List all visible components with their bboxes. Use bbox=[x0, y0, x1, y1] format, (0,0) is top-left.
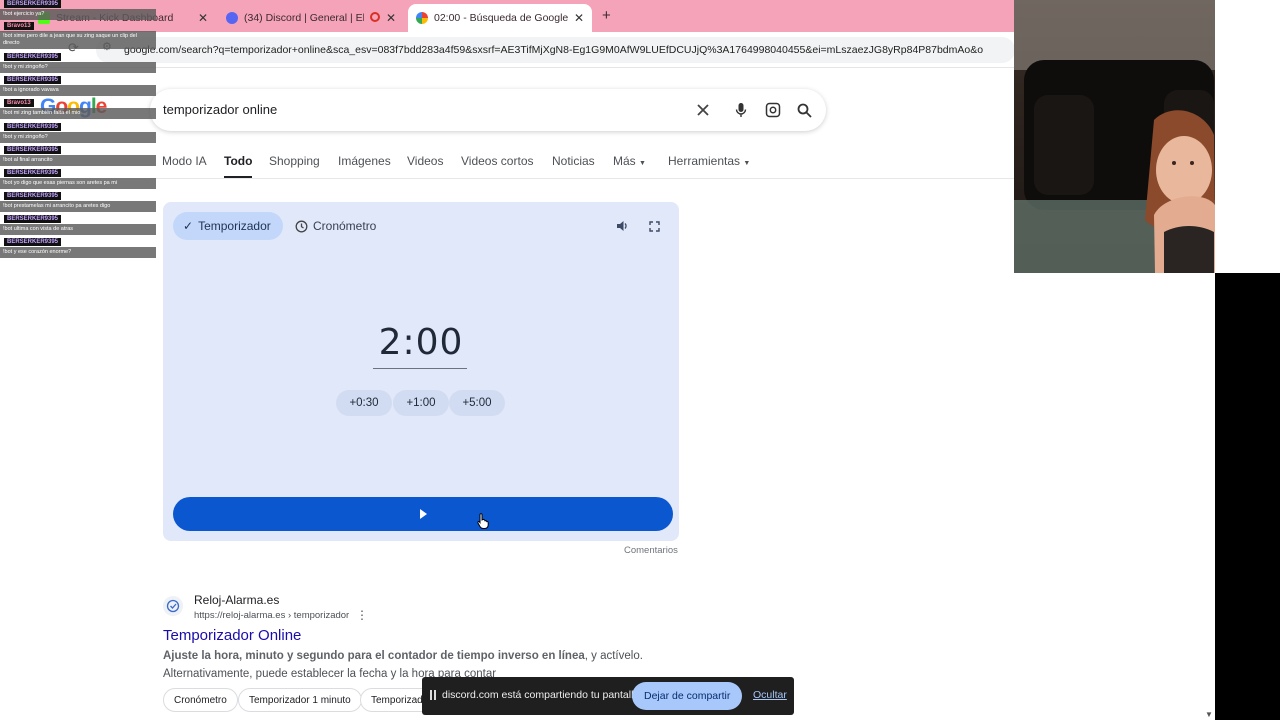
fullscreen-icon[interactable] bbox=[645, 217, 663, 235]
result-title-link[interactable]: Temporizador Online bbox=[163, 627, 301, 644]
pause-icon bbox=[430, 690, 436, 700]
tab-imagenes[interactable]: Imágenes bbox=[338, 154, 391, 168]
close-tab-icon[interactable]: ✕ bbox=[386, 11, 396, 25]
chat-username: BERSERKER9395 bbox=[4, 192, 62, 200]
chat-username: Bravo13 bbox=[4, 22, 34, 30]
timer-mode-button[interactable]: ✓ Temporizador bbox=[173, 212, 283, 240]
play-icon bbox=[419, 509, 427, 519]
result-site-name[interactable]: Reloj-Alarma.es bbox=[194, 593, 279, 607]
volume-icon[interactable] bbox=[613, 217, 631, 235]
stopwatch-mode-label: Cronómetro bbox=[313, 219, 377, 233]
tab-videos[interactable]: Videos bbox=[407, 154, 443, 168]
chat-text: !bot y ese corazón enorme? bbox=[0, 247, 156, 258]
check-icon: ✓ bbox=[183, 219, 194, 233]
scroll-down-icon[interactable]: ▼ bbox=[1205, 710, 1213, 719]
tab-videos-cortos[interactable]: Videos cortos bbox=[461, 154, 534, 168]
webcam-image bbox=[1014, 0, 1215, 273]
tab-shopping[interactable]: Shopping bbox=[269, 154, 320, 168]
chat-username: BERSERKER9395 bbox=[4, 0, 62, 8]
chat-text: !bot ultima con vista de atras bbox=[0, 224, 156, 235]
related-chip[interactable]: Temporizador 1 minuto bbox=[238, 688, 362, 712]
chat-username: BERSERKER9395 bbox=[4, 169, 62, 177]
chat-username: BERSERKER9395 bbox=[4, 146, 62, 154]
result-url[interactable]: https://reloj-alarma.es › temporizador bbox=[194, 610, 349, 621]
tab-todo[interactable]: Todo bbox=[224, 154, 253, 178]
timer-mode-label: Temporizador bbox=[198, 219, 271, 233]
chat-username: BERSERKER9395 bbox=[4, 215, 62, 223]
tab-discord[interactable]: (34) Discord | General | El ca ✕ bbox=[222, 4, 404, 32]
new-tab-icon[interactable]: + bbox=[602, 7, 611, 24]
lens-icon[interactable] bbox=[763, 100, 783, 120]
timer-display[interactable]: 2:00 bbox=[373, 322, 469, 363]
add-1m-button[interactable]: +1:00 bbox=[393, 390, 449, 416]
snippet-highlight: Ajuste la hora, minuto y segundo para el… bbox=[163, 650, 585, 662]
recording-icon bbox=[370, 12, 380, 22]
close-tab-icon[interactable]: ✕ bbox=[198, 11, 208, 25]
tab-modo-ia[interactable]: Modo IA bbox=[162, 154, 207, 168]
caret-down-icon: ▼ bbox=[743, 160, 751, 167]
microphone-icon[interactable] bbox=[731, 100, 751, 120]
screen-share-banner: discord.com está compartiendo tu pantall… bbox=[422, 677, 794, 715]
snippet-tail: , y actívelo. bbox=[584, 650, 643, 662]
chat-username: BERSERKER9395 bbox=[4, 53, 62, 61]
tab-title: (34) Discord | General | El ca bbox=[244, 12, 364, 24]
tab-mas[interactable]: Más ▼ bbox=[613, 154, 646, 168]
black-bar bbox=[1215, 273, 1280, 720]
stop-sharing-button[interactable]: Dejar de compartir bbox=[632, 682, 743, 710]
related-chip[interactable]: Cronómetro bbox=[163, 688, 238, 712]
tab-mas-label: Más bbox=[613, 154, 636, 168]
divider bbox=[150, 178, 1015, 179]
google-icon bbox=[416, 12, 428, 24]
chat-text: !bot mi zing también falta el mio bbox=[0, 108, 156, 119]
tab-noticias[interactable]: Noticias bbox=[552, 154, 595, 168]
chat-text: !bot y mi zingoño? bbox=[0, 132, 156, 143]
chat-text: !bot prestamelas mi arrancito pa aretes … bbox=[0, 201, 156, 212]
site-favicon bbox=[163, 596, 183, 616]
url-text[interactable]: google.com/search?q=temporizador+online&… bbox=[124, 44, 1014, 56]
search-icon[interactable] bbox=[794, 100, 814, 120]
hand-cursor-icon bbox=[477, 513, 489, 529]
share-message: discord.com está compartiendo tu pantall… bbox=[442, 689, 643, 701]
start-button[interactable] bbox=[173, 497, 673, 531]
chat-username: Bravo13 bbox=[4, 99, 34, 107]
close-tab-icon[interactable]: ✕ bbox=[574, 11, 584, 25]
tab-herramientas[interactable]: Herramientas ▼ bbox=[668, 154, 750, 168]
hide-link[interactable]: Ocultar bbox=[753, 689, 787, 701]
search-box[interactable]: temporizador online bbox=[150, 89, 826, 131]
tab-herramientas-label: Herramientas bbox=[668, 154, 741, 168]
add-5m-button[interactable]: +5:00 bbox=[449, 390, 505, 416]
chat-username: BERSERKER9395 bbox=[4, 238, 62, 246]
clear-icon[interactable] bbox=[693, 100, 713, 120]
chat-text: !bot yo digo que esas piernas son aretes… bbox=[0, 178, 156, 189]
discord-icon bbox=[226, 12, 238, 24]
stopwatch-mode-button[interactable]: Cronómetro bbox=[295, 212, 376, 240]
timer-widget: ✓ Temporizador Cronómetro 2:00 +0:30 +1:… bbox=[163, 202, 679, 541]
result-snippet: Ajuste la hora, minuto y segundo para el… bbox=[163, 650, 643, 662]
timer-underline bbox=[373, 368, 467, 369]
chat-text: !bot xime pero dile a jean que su zing s… bbox=[0, 31, 156, 49]
chat-text: !bot y mi zingoño? bbox=[0, 62, 156, 73]
tab-google-search[interactable]: 02:00 - Búsqueda de Google ✕ bbox=[408, 4, 592, 32]
clock-icon bbox=[295, 220, 308, 232]
chat-text: !bot a ignorado vavava bbox=[0, 85, 156, 96]
search-input[interactable]: temporizador online bbox=[163, 102, 277, 117]
chat-text: !bot al final arrancito bbox=[0, 155, 156, 166]
more-options-icon[interactable]: ⋮ bbox=[356, 608, 368, 622]
feedback-link[interactable]: Comentarios bbox=[624, 545, 678, 556]
caret-down-icon: ▼ bbox=[639, 160, 646, 167]
tab-title: 02:00 - Búsqueda de Google bbox=[434, 12, 569, 24]
chat-username: BERSERKER9395 bbox=[4, 76, 62, 84]
add-30s-button[interactable]: +0:30 bbox=[336, 390, 392, 416]
screen: Stream - Kick Dashboard ✕ (34) Discord |… bbox=[0, 0, 1280, 720]
chat-text: !bot ejercicio ya? bbox=[0, 9, 156, 20]
webcam-feed bbox=[1014, 0, 1215, 273]
chat-username: BERSERKER9395 bbox=[4, 123, 62, 131]
